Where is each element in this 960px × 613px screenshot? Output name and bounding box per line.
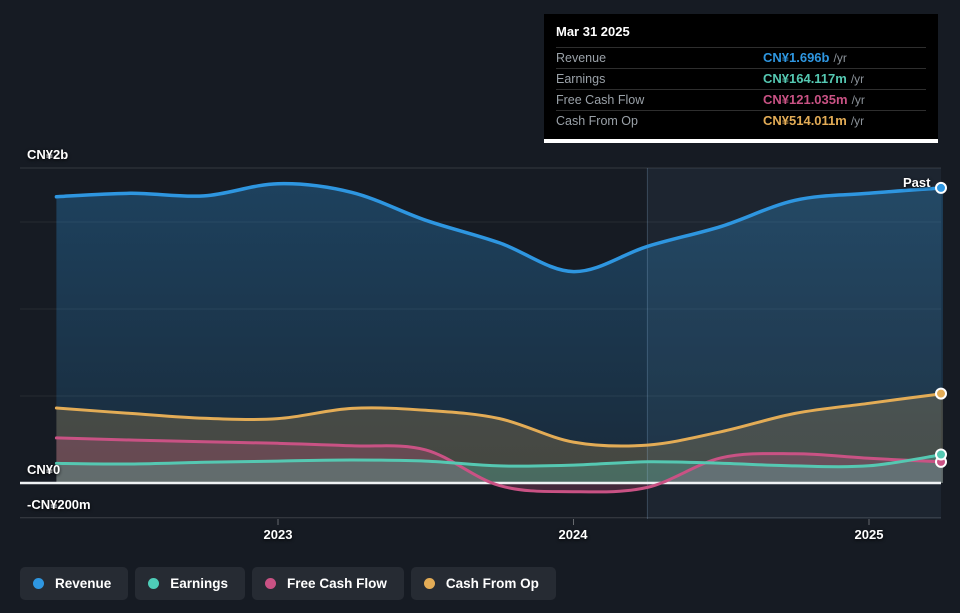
- earnings-end-marker: [936, 450, 946, 460]
- chart-tooltip: Mar 31 2025 Revenue CN¥1.696b/yr Earning…: [544, 14, 938, 143]
- tooltip-value: CN¥514.011m/yr: [763, 111, 864, 131]
- earnings-dot-icon: [148, 578, 159, 589]
- y-axis-label-zero: CN¥0: [27, 462, 60, 477]
- cash-from-op-end-marker: [936, 389, 946, 399]
- y-axis-label-top: CN¥2b: [27, 147, 68, 162]
- tooltip-row-revenue: Revenue CN¥1.696b/yr: [556, 47, 926, 68]
- earnings-revenue-history-chart: CN¥2b CN¥0 -CN¥200m 2023 2024 2025 Past …: [0, 0, 960, 613]
- cash-from-op-dot-icon: [424, 578, 435, 589]
- x-axis-label-2024: 2024: [559, 527, 588, 542]
- legend-label: Earnings: [170, 576, 228, 591]
- tooltip-date: Mar 31 2025: [544, 14, 938, 47]
- tooltip-value-suffix: /yr: [852, 93, 865, 107]
- tooltip-label: Cash From Op: [556, 111, 638, 131]
- legend-label: Free Cash Flow: [287, 576, 387, 591]
- legend-label: Cash From Op: [446, 576, 539, 591]
- tooltip-value: CN¥164.117m/yr: [763, 69, 864, 89]
- legend-label: Revenue: [55, 576, 111, 591]
- x-axis-label-2023: 2023: [264, 527, 293, 542]
- legend-toggle-cash-from-op[interactable]: Cash From Op: [411, 567, 556, 600]
- tooltip-label: Revenue: [556, 48, 606, 68]
- tooltip-value: CN¥121.035m/yr: [763, 90, 865, 110]
- tooltip-label: Free Cash Flow: [556, 90, 644, 110]
- y-axis-label-bottom: -CN¥200m: [27, 497, 91, 512]
- past-period-label: Past: [903, 175, 930, 190]
- revenue-end-marker: [936, 183, 946, 193]
- legend-toggle-revenue[interactable]: Revenue: [20, 567, 128, 600]
- tooltip-value-suffix: /yr: [833, 51, 846, 65]
- tooltip-label: Earnings: [556, 69, 605, 89]
- revenue-dot-icon: [33, 578, 44, 589]
- x-axis-label-2025: 2025: [855, 527, 884, 542]
- free-cash-flow-dot-icon: [265, 578, 276, 589]
- tooltip-value-suffix: /yr: [851, 114, 864, 128]
- tooltip-row-earnings: Earnings CN¥164.117m/yr: [556, 68, 926, 89]
- chart-legend: Revenue Earnings Free Cash Flow Cash Fro…: [20, 567, 556, 600]
- legend-toggle-free-cash-flow[interactable]: Free Cash Flow: [252, 567, 404, 600]
- tooltip-row-cash-from-op: Cash From Op CN¥514.011m/yr: [556, 110, 926, 131]
- tooltip-value-suffix: /yr: [851, 72, 864, 86]
- tooltip-row-free-cash-flow: Free Cash Flow CN¥121.035m/yr: [556, 89, 926, 110]
- legend-toggle-earnings[interactable]: Earnings: [135, 567, 245, 600]
- tooltip-value: CN¥1.696b/yr: [763, 48, 847, 68]
